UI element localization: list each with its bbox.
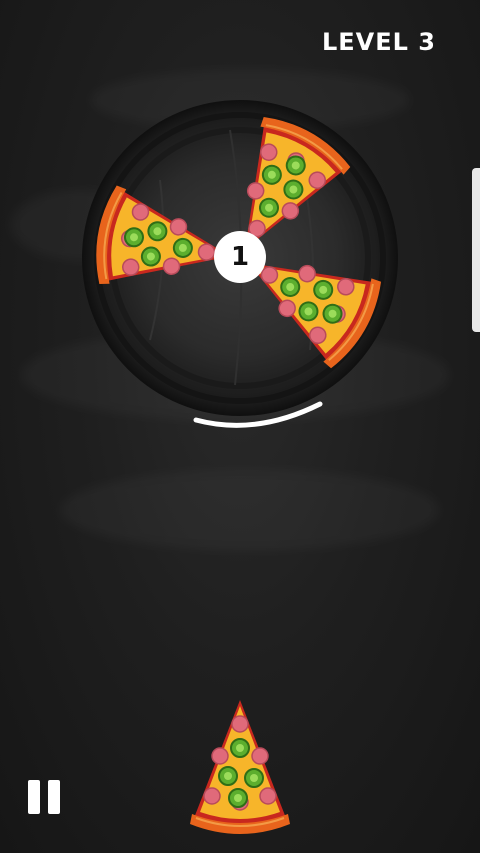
pause-button[interactable] bbox=[28, 780, 62, 814]
next-pizza-slice[interactable] bbox=[189, 699, 291, 835]
slices-counter: 1 bbox=[230, 242, 250, 272]
game-board bbox=[82, 100, 398, 835]
pause-icon bbox=[48, 780, 60, 814]
pause-icon bbox=[28, 780, 40, 814]
